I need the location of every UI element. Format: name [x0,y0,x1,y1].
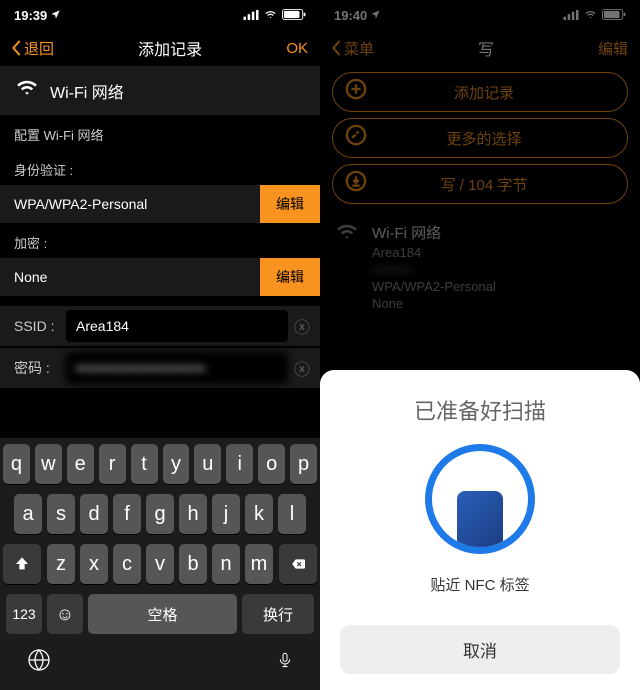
write-label: 写 / 104 字节 [341,174,627,195]
clear-ssid-icon[interactable]: ⓧ [294,314,310,338]
key-m[interactable]: m [245,544,273,584]
password-row: 密码 : ⓧ [0,348,320,388]
key-s[interactable]: s [47,494,75,534]
sheet-subtitle: 贴近 NFC 标签 [340,574,620,595]
auth-label: 身份验证 : [0,150,320,185]
wifi-icon [263,8,278,23]
ok-button[interactable]: OK [286,40,308,57]
key-c[interactable]: c [113,544,141,584]
status-bar: 19:39 [0,0,320,30]
nfc-scan-sheet: 已准备好扫描 贴近 NFC 标签 取消 [320,370,640,690]
nfc-scan-icon [425,444,535,554]
key-b[interactable]: b [179,544,207,584]
section-title: Wi-Fi 网络 [50,79,124,103]
emoji-key[interactable]: ☺ [47,594,83,634]
key-x[interactable]: x [80,544,108,584]
back-label: 退回 [24,38,54,59]
password-label: 密码 : [14,358,66,378]
location-icon [50,8,61,23]
key-k[interactable]: k [245,494,273,534]
record-item[interactable]: Wi-Fi 网络 Area184 •••••••• WPA/WPA2-Perso… [320,210,640,325]
menu-label: 菜单 [344,38,374,59]
record-auth: WPA/WPA2-Personal [372,279,496,294]
key-t[interactable]: t [131,444,158,484]
encrypt-edit-button[interactable]: 编辑 [260,258,320,296]
more-options-label: 更多的选择 [341,128,627,149]
add-record-label: 添加记录 [341,82,627,103]
key-v[interactable]: v [146,544,174,584]
password-input[interactable] [66,352,288,384]
auth-row: WPA/WPA2-Personal 编辑 [0,185,320,223]
phone-right: 19:40 菜单 写 编辑 添加记录 [320,0,640,690]
edit-button[interactable]: 编辑 [598,38,628,59]
key-a[interactable]: a [14,494,42,534]
numeric-key[interactable]: 123 [6,594,42,634]
key-r[interactable]: r [99,444,126,484]
encrypt-label: 加密 : [0,223,320,258]
battery-icon [282,8,306,23]
signal-icon [563,8,579,23]
location-icon [370,8,381,23]
encrypt-row: None 编辑 [0,258,320,296]
ssid-label: SSID : [14,318,66,334]
key-p[interactable]: p [290,444,317,484]
key-y[interactable]: y [163,444,190,484]
status-time: 19:39 [14,8,47,23]
encrypt-value: None [0,269,260,285]
return-key[interactable]: 换行 [242,594,314,634]
nav-title: 写 [478,36,494,60]
globe-key[interactable] [27,648,51,678]
key-h[interactable]: h [179,494,207,534]
signal-icon [243,8,259,23]
section-header: Wi-Fi 网络 [0,66,320,115]
battery-icon [602,8,626,23]
sheet-title: 已准备好扫描 [340,394,620,426]
shift-key[interactable] [3,544,41,584]
key-e[interactable]: e [67,444,94,484]
key-l[interactable]: l [278,494,306,534]
auth-value: WPA/WPA2-Personal [0,196,260,212]
add-record-button[interactable]: 添加记录 [332,72,628,112]
nav-title: 添加记录 [138,36,202,60]
nav-bar: 菜单 写 编辑 [320,30,640,66]
keyboard: qwertyuiop asdfghjkl zxcvbnm 123 ☺ 空格 换行 [0,438,320,690]
wifi-icon [14,78,40,103]
record-ssid: Area184 [372,245,496,260]
ssid-row: SSID : ⓧ [0,306,320,346]
backspace-key[interactable] [279,544,317,584]
record-enc: None [372,296,496,311]
key-z[interactable]: z [47,544,75,584]
wifi-icon [583,8,598,23]
menu-button[interactable]: 菜单 [332,38,374,59]
key-g[interactable]: g [146,494,174,534]
cancel-button[interactable]: 取消 [340,625,620,674]
auth-edit-button[interactable]: 编辑 [260,185,320,223]
more-options-button[interactable]: 更多的选择 [332,118,628,158]
status-time: 19:40 [334,8,367,23]
space-key[interactable]: 空格 [88,594,237,634]
record-password: •••••••• [372,262,496,277]
key-q[interactable]: q [3,444,30,484]
wifi-icon [334,222,360,313]
key-n[interactable]: n [212,544,240,584]
key-w[interactable]: w [35,444,62,484]
key-d[interactable]: d [80,494,108,534]
clear-password-icon[interactable]: ⓧ [294,356,310,380]
mic-key[interactable] [277,648,293,678]
phone-left: 19:39 退回 添加记录 OK Wi-Fi 网络 [0,0,320,690]
key-j[interactable]: j [212,494,240,534]
write-button[interactable]: 写 / 104 字节 [332,164,628,204]
key-o[interactable]: o [258,444,285,484]
key-i[interactable]: i [226,444,253,484]
ssid-input[interactable] [66,310,288,342]
nav-bar: 退回 添加记录 OK [0,30,320,66]
status-bar: 19:40 [320,0,640,30]
configure-label: 配置 Wi-Fi 网络 [0,115,320,150]
back-button[interactable]: 退回 [12,38,54,59]
key-f[interactable]: f [113,494,141,534]
key-u[interactable]: u [194,444,221,484]
record-title: Wi-Fi 网络 [372,222,496,243]
